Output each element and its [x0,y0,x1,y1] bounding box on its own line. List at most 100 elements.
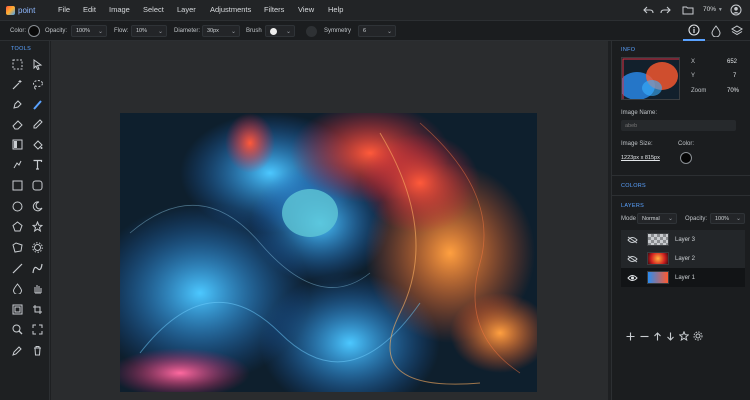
y-value: 7 [733,73,737,79]
droplet-icon [711,25,721,37]
zoom-tool-icon[interactable] [10,322,24,336]
diameter-select[interactable]: 30px ⌄ [202,25,240,37]
brush-tool-icon[interactable] [30,97,44,111]
trash-icon[interactable] [30,343,44,357]
app-logo-icon [6,5,15,15]
moon-shape-icon[interactable] [30,199,44,213]
text-tool-icon[interactable] [30,157,44,171]
layer-name: Layer 1 [675,274,696,281]
menu-view[interactable]: View [298,5,314,14]
color-swatch[interactable] [28,25,40,37]
info-icon [688,24,700,36]
gradient-icon[interactable] [10,137,24,151]
move-layer-down-icon[interactable] [663,329,677,343]
layer-row-2[interactable]: Layer 2 [621,249,745,268]
move-tool-icon[interactable] [30,57,44,71]
eye-off-icon[interactable] [621,255,643,263]
opacity-select[interactable]: 100% ⌄ [71,25,107,37]
brush-select[interactable]: ⌄ [265,25,295,37]
menu-help[interactable]: Help [328,5,343,14]
symmetry-label: Symmetry [324,28,351,34]
eye-icon[interactable] [621,274,643,282]
curve-tool-icon[interactable] [30,261,44,275]
menu-file[interactable]: File [58,5,70,14]
menu-adjustments[interactable]: Adjustments [210,5,251,14]
menu-filters[interactable]: Filters [264,5,284,14]
ink-artwork [120,113,537,392]
move-layer-up-icon[interactable] [650,329,664,343]
app-logo[interactable]: point [6,4,35,16]
clone-stamp-icon[interactable] [10,157,24,171]
canvas-image[interactable] [120,113,537,392]
layer-effects-star-icon[interactable] [677,329,691,343]
gear-shape-icon[interactable] [30,240,44,254]
color-label: Color: [10,28,27,34]
eraser-icon[interactable] [10,117,24,131]
marquee-tool-icon[interactable] [10,57,24,71]
eye-off-icon[interactable] [621,236,643,244]
lasso-icon[interactable] [30,77,44,91]
undo-icon[interactable] [642,4,654,16]
layers-icon [731,25,743,36]
pen-tool-icon[interactable] [10,97,24,111]
layer-settings-gear-icon[interactable] [691,329,705,343]
symmetry-value: 6 [363,28,367,34]
x-value: 652 [727,59,738,65]
frame-tool-icon[interactable] [10,302,24,316]
star-icon[interactable] [30,219,44,233]
color-info-label: Color: [678,141,695,147]
menu-bar: point File Edit Image Select Layer Adjus… [0,0,750,20]
symmetry-toggle[interactable] [306,26,317,37]
ellipse-icon[interactable] [10,199,24,213]
info-title: INFO [621,47,636,53]
symmetry-select[interactable]: 6 ⌄ [358,25,396,37]
custom-shape-icon[interactable] [10,240,24,254]
flow-label: Flow: [114,28,129,34]
layer-name: Layer 3 [675,236,696,243]
thumbnail-image [622,58,679,99]
tool-options-bar: Color: Opacity: 100% ⌄ Flow: 10% ⌄ Diame… [0,20,750,41]
blend-mode-select[interactable]: Normal ⌄ [637,213,677,224]
menu-layer[interactable]: Layer [177,5,196,14]
tools-title: TOOLS [11,46,32,52]
rounded-rectangle-icon[interactable] [30,178,44,192]
add-layer-icon[interactable] [623,329,637,343]
eyedropper-icon[interactable] [10,343,24,357]
image-name-input[interactable] [621,120,736,131]
menu-edit[interactable]: Edit [83,5,96,14]
tab-layers[interactable] [726,21,748,41]
hand-tool-icon[interactable] [30,281,44,295]
crop-icon[interactable] [30,302,44,316]
menu-image[interactable]: Image [109,5,130,14]
redo-icon[interactable] [659,4,671,16]
x-label: X [691,59,696,65]
paint-bucket-icon[interactable] [30,137,44,151]
color-info-swatch[interactable] [680,152,692,164]
image-size-label: Image Size: [621,141,653,147]
divider [612,195,750,196]
tab-info[interactable] [683,21,705,41]
blur-drop-icon[interactable] [10,281,24,295]
pencil-icon[interactable] [30,117,44,131]
rectangle-icon[interactable] [10,178,24,192]
layer-row-3[interactable]: Layer 3 [621,230,745,249]
tab-colors[interactable] [705,21,727,41]
magic-wand-icon[interactable] [10,77,24,91]
layers-title: LAYERS [621,203,645,209]
remove-layer-icon[interactable] [637,329,651,343]
navigator-thumbnail[interactable] [621,57,680,100]
flow-select[interactable]: 10% ⌄ [131,25,167,37]
line-tool-icon[interactable] [10,261,24,275]
open-folder-icon[interactable] [682,4,694,16]
polygon-icon[interactable] [10,219,24,233]
image-size-link[interactable]: 1223px x 815px [621,155,660,161]
colors-title[interactable]: COLORS [621,183,646,189]
app-name: point [18,5,36,15]
zoom-select[interactable]: 70% ▼ [703,6,723,13]
menu-select[interactable]: Select [143,5,164,14]
account-icon[interactable] [730,4,742,16]
layer-row-1[interactable]: Layer 1 [621,268,745,287]
layer-opacity-select[interactable]: 100% ⌄ [710,213,745,224]
fit-screen-icon[interactable] [30,322,44,336]
layer-thumbnail [647,252,669,265]
